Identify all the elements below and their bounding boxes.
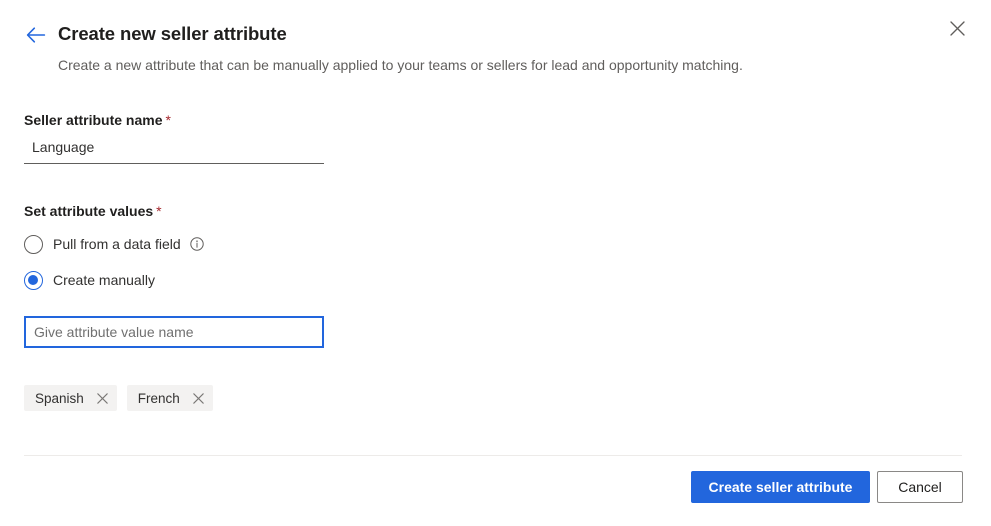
radio-label-create-manually: Create manually — [53, 270, 155, 290]
create-seller-attribute-button[interactable]: Create seller attribute — [691, 471, 870, 503]
back-button[interactable] — [20, 20, 52, 52]
attribute-value-chip[interactable]: French — [127, 385, 213, 411]
page-title: Create new seller attribute — [58, 21, 287, 47]
seller-attribute-name-label: Seller attribute name* — [24, 110, 171, 130]
chip-remove-close-icon[interactable] — [95, 390, 111, 406]
close-icon — [950, 21, 965, 39]
attribute-value-input[interactable] — [24, 316, 324, 348]
radio-indicator-selected[interactable] — [24, 271, 43, 290]
panel-header: Create new seller attribute Create a new… — [0, 0, 991, 90]
arrow-left-icon — [26, 27, 46, 46]
chip-remove-close-icon[interactable] — [191, 390, 207, 406]
close-panel-button[interactable] — [941, 14, 973, 46]
set-attribute-values-label-text: Set attribute values — [24, 203, 153, 219]
attribute-value-chip-list: Spanish French — [24, 385, 213, 411]
page-subtitle: Create a new attribute that can be manua… — [58, 55, 743, 75]
radio-label-pull-from-data-field: Pull from a data field — [53, 234, 181, 254]
radio-create-manually[interactable]: Create manually — [24, 270, 155, 290]
cancel-button[interactable]: Cancel — [877, 471, 963, 503]
chip-label: Spanish — [35, 391, 84, 406]
required-asterisk: * — [156, 203, 161, 219]
footer-divider — [24, 455, 962, 456]
attribute-value-chip[interactable]: Spanish — [24, 385, 117, 411]
chip-label: French — [138, 391, 180, 406]
required-asterisk: * — [166, 112, 171, 128]
seller-attribute-name-label-text: Seller attribute name — [24, 112, 163, 128]
set-attribute-values-label: Set attribute values* — [24, 201, 162, 221]
info-circle-icon[interactable] — [190, 237, 204, 251]
radio-indicator-unselected[interactable] — [24, 235, 43, 254]
radio-pull-from-data-field[interactable]: Pull from a data field — [24, 234, 204, 254]
seller-attribute-name-input[interactable] — [24, 132, 324, 164]
